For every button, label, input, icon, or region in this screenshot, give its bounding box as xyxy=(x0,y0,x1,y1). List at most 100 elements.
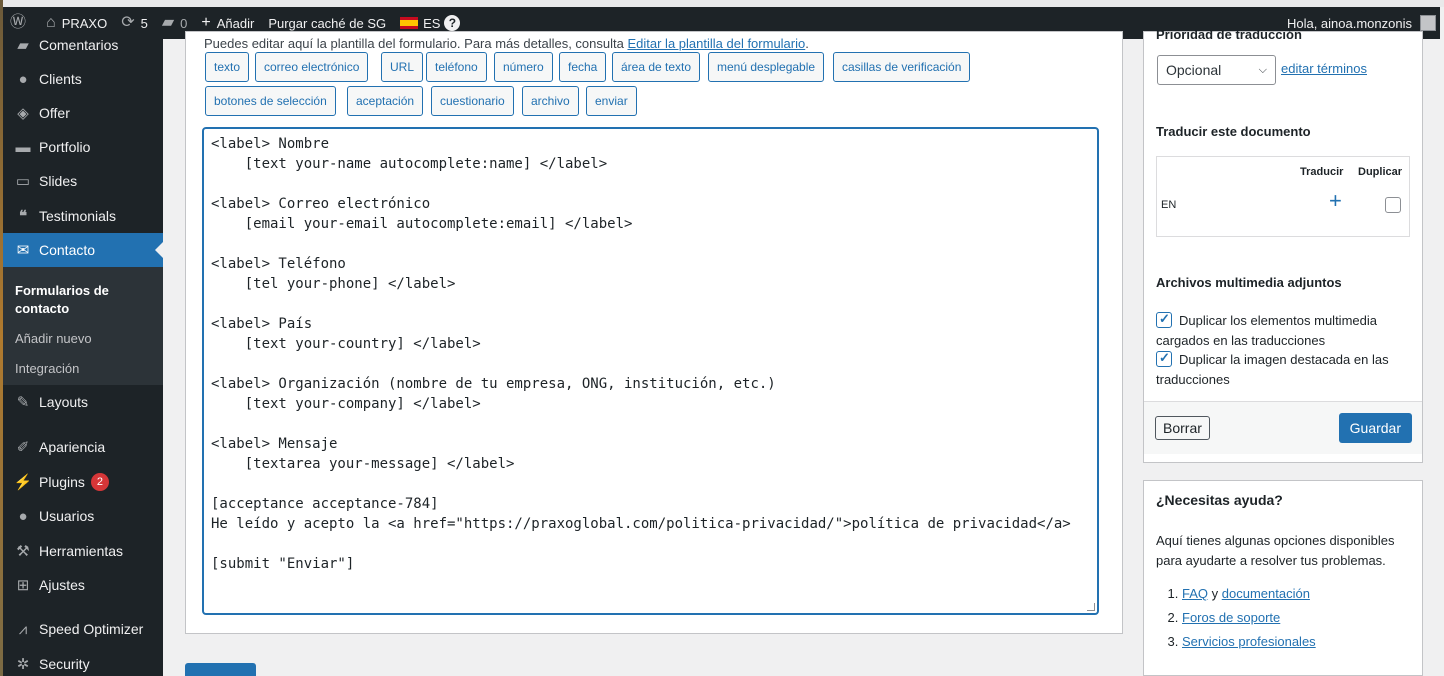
sidebar-item-label: Clients xyxy=(39,71,82,87)
user-icon: ● xyxy=(18,70,28,88)
help-icon[interactable]: ? xyxy=(444,15,461,31)
sidebar-item-testimonials[interactable]: ❝ Testimonials xyxy=(3,199,163,233)
tag-textarea-button[interactable]: área de texto xyxy=(612,52,701,82)
code-line: [text your-company] </label> xyxy=(211,396,481,412)
submenu-anadir-nuevo[interactable]: Añadir nuevo xyxy=(3,328,163,352)
sidebar-item-slides[interactable]: ▭ Slides xyxy=(3,164,163,198)
plus-icon: + xyxy=(201,14,211,31)
duplicate-checkbox[interactable] xyxy=(1385,197,1401,213)
sidebar-item-ajustes[interactable]: ⊞ Ajustes xyxy=(3,568,163,602)
help-item-3: Servicios profesionales xyxy=(1182,630,1316,654)
code-line: [tel your-phone] </label> xyxy=(211,276,456,292)
professional-services-link[interactable]: Servicios profesionales xyxy=(1182,634,1316,649)
tag-checkbox-button[interactable]: casillas de verificación xyxy=(833,52,971,82)
save-form-button[interactable] xyxy=(185,663,256,676)
code-line: He leído y acepto la <a href="https://pr… xyxy=(211,516,1071,532)
priority-select[interactable]: Opcional ⌵ xyxy=(1157,55,1276,85)
help-title: ¿Necesitas ayuda? xyxy=(1156,492,1283,508)
tag-email-button[interactable]: correo electrónico xyxy=(255,52,369,82)
support-forums-link[interactable]: Foros de soporte xyxy=(1182,610,1280,625)
code-line: [submit "Enviar"] xyxy=(211,556,355,572)
tag-fecha-button[interactable]: fecha xyxy=(559,52,607,82)
sidebar-item-speed-optimizer[interactable]: ⩘ Speed Optimizer xyxy=(3,612,163,646)
code-line: [textarea your-message] </label> xyxy=(211,456,515,472)
folder-icon: ▬ xyxy=(15,138,31,156)
code-line: [email your-email autocomplete:email] </… xyxy=(211,216,633,232)
purge-cache-label: Purgar caché de SG xyxy=(268,15,387,31)
settings-icon: ⊞ xyxy=(16,577,30,594)
tag-telefono-button[interactable]: teléfono xyxy=(426,52,487,82)
sidebar-item-label: Portfolio xyxy=(39,139,91,155)
tag-icon: ◈ xyxy=(17,105,29,122)
documentation-link[interactable]: documentación xyxy=(1222,586,1310,601)
tag-select-button[interactable]: menú desplegable xyxy=(708,52,825,82)
sidebar-item-label: Herramientas xyxy=(39,543,124,559)
sidebar-item-herramientas[interactable]: ⚒ Herramientas xyxy=(3,534,163,568)
submenu-formularios[interactable]: Formularios de contacto xyxy=(3,280,163,322)
form-template-textarea[interactable]: <label> Nombre [text your-name autocompl… xyxy=(202,127,1099,615)
sidebar-item-security[interactable]: ✲ Security xyxy=(3,647,163,676)
greeting: Hola, ainoa.monzonis xyxy=(1286,15,1412,31)
tag-radio-button[interactable]: botones de selección xyxy=(205,86,336,116)
tag-file-button[interactable]: archivo xyxy=(522,86,579,116)
tag-acceptance-button[interactable]: aceptación xyxy=(347,86,424,116)
tag-url-button[interactable]: URL xyxy=(381,52,424,82)
help-end: . xyxy=(805,36,809,51)
resize-handle[interactable] xyxy=(1087,603,1095,611)
translation-panel: Prioridad de traducción Opcional ⌵ editar… xyxy=(1143,27,1423,463)
sidebar-item-plugins[interactable]: ⚡ Plugins 2 xyxy=(3,465,163,499)
contacto-submenu: Formularios de contacto Añadir nuevo Int… xyxy=(3,267,163,385)
translation-actions: Borrar Guardar xyxy=(1144,401,1422,454)
window-top-edge xyxy=(0,0,1444,7)
sidebar-item-layouts[interactable]: ✎ Layouts xyxy=(3,385,163,419)
sidebar-item-label: Speed Optimizer xyxy=(39,621,144,637)
editor-help-text: Puedes editar aquí la plantilla del form… xyxy=(204,36,809,51)
tag-submit-button[interactable]: enviar xyxy=(586,86,637,116)
sidebar-item-contacto[interactable]: ✉ Contacto xyxy=(3,233,163,267)
add-translation-icon[interactable]: + xyxy=(1329,190,1342,212)
tag-numero-button[interactable]: número xyxy=(494,52,553,82)
sidebar-item-label: Plugins xyxy=(39,474,85,490)
submenu-integracion[interactable]: Integración xyxy=(3,358,163,382)
edit-template-link[interactable]: Editar la plantilla del formulario xyxy=(627,36,805,51)
slides-icon: ▭ xyxy=(15,173,31,190)
code-line: <label> Correo electrónico xyxy=(211,196,431,212)
priority-value: Opcional xyxy=(1166,62,1222,78)
avatar xyxy=(1420,15,1436,31)
sidebar-item-usuarios[interactable]: ● Usuarios xyxy=(3,499,163,533)
sidebar-item-portfolio[interactable]: ▬ Portfolio xyxy=(3,130,163,164)
sidebar-item-label: Security xyxy=(39,656,90,672)
chevron-down-icon: ⌵ xyxy=(1258,63,1267,76)
tag-quiz-button[interactable]: cuestionario xyxy=(431,86,514,116)
mail-icon: ✉ xyxy=(16,242,30,259)
sidebar-item-label: Layouts xyxy=(39,394,89,410)
edit-terms-link[interactable]: editar términos xyxy=(1281,61,1367,76)
sidebar-item-comentarios[interactable]: ▰ Comentarios xyxy=(3,28,163,62)
delete-button[interactable]: Borrar xyxy=(1155,416,1210,440)
plugin-icon: ⚡ xyxy=(13,474,33,491)
tag-texto-button[interactable]: texto xyxy=(205,52,250,82)
appearance-icon: ✐ xyxy=(16,439,30,456)
dup-featured-label: Duplicar la imagen destacada en las trad… xyxy=(1156,352,1389,387)
media-title: Archivos multimedia adjuntos xyxy=(1156,275,1342,290)
comments-count: 0 xyxy=(180,15,188,31)
spain-flag-icon xyxy=(400,17,419,29)
sidebar-item-label: Ajustes xyxy=(39,577,85,593)
users-icon: ● xyxy=(18,507,28,525)
sidebar-item-offer[interactable]: ◈ Offer xyxy=(3,96,163,130)
lang-code: EN xyxy=(1161,199,1177,211)
sidebar-item-clients[interactable]: ● Clients xyxy=(3,62,163,96)
sidebar-item-label: Offer xyxy=(39,105,70,121)
help-item-1-sep: y xyxy=(1208,586,1222,601)
sidebar-item-apariencia[interactable]: ✐ Apariencia xyxy=(3,430,163,464)
sidebar-item-label: Apariencia xyxy=(39,439,106,455)
faq-link[interactable]: FAQ xyxy=(1182,586,1208,601)
wrench-icon: ⚒ xyxy=(16,543,30,560)
save-translation-button[interactable]: Guardar xyxy=(1338,413,1412,443)
